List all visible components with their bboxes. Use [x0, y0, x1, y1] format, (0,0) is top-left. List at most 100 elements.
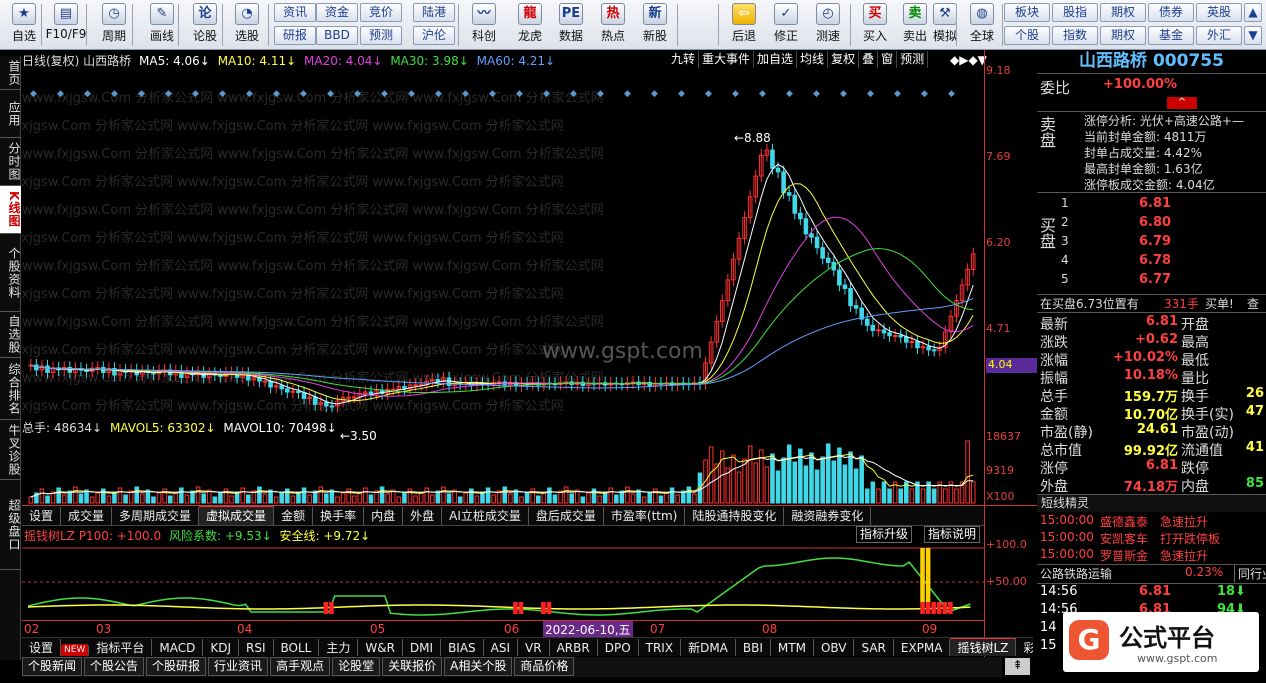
chart-tool-button[interactable]: 均线 [797, 51, 829, 68]
short-row[interactable]: 15:00:00 罗普斯金 急速拉升 [1037, 547, 1266, 564]
quick-button[interactable]: 个股 [1004, 26, 1050, 45]
chart-tool-button[interactable]: 叠 [859, 51, 879, 68]
toolbar-correct-button[interactable]: ✓ 修正 [764, 3, 808, 47]
volume-tab[interactable]: 成交量 [61, 507, 113, 525]
volume-tab[interactable]: 金额 [274, 507, 314, 525]
same-industry-button[interactable]: 同行业 [1234, 565, 1266, 582]
indicator-tab[interactable]: VR [518, 639, 550, 656]
toolbar-back-arrow-button[interactable]: ⇦ 后退 [722, 3, 766, 47]
left-nav-item[interactable]: 分时图 [0, 138, 21, 186]
left-nav-item[interactable]: 首页 [0, 56, 21, 90]
volume-tab[interactable]: 多周期成交量 [112, 507, 200, 525]
indicator-desc-button[interactable]: 指标说明 [924, 526, 981, 543]
quick-button[interactable]: 陆港 [413, 3, 455, 22]
volume-tab[interactable]: 融资融券变化 [784, 507, 872, 525]
bottom-link[interactable]: 个股新闻 [22, 657, 83, 676]
indicator-tab[interactable]: 设置 [22, 639, 62, 656]
indicator-tab[interactable]: ARBR [550, 639, 598, 656]
quick-button[interactable]: 预测 [360, 26, 402, 45]
bottom-link[interactable]: 行业资讯 [208, 657, 269, 676]
scroll-up-icon[interactable]: ▲ [1244, 3, 1262, 22]
left-nav-item[interactable]: 牛叉诊股 [0, 420, 21, 480]
quick-button[interactable]: 基金 [1148, 26, 1194, 45]
left-nav-item[interactable]: K线图 [0, 186, 21, 234]
short-row[interactable]: 15:00:00 安凯客车 打开跌停板 [1037, 530, 1266, 547]
chart-tool-button[interactable]: 窗 [878, 51, 898, 68]
left-nav-item[interactable]: 自选股 [0, 312, 21, 358]
volume-tab[interactable]: 外盘 [403, 507, 443, 525]
indicator-tab[interactable]: DMI [403, 639, 442, 656]
indicator-tab[interactable]: 新DMA [681, 639, 736, 656]
indicator-tab[interactable]: ASI [484, 639, 519, 656]
quick-button[interactable]: 沪伦 [413, 26, 455, 45]
volume-chart[interactable] [22, 435, 984, 505]
chart-tool-button[interactable]: 九转 [668, 51, 700, 68]
toolbar-dragon-tiger-button[interactable]: 龍龙虎 [508, 3, 552, 47]
quick-button[interactable]: 资讯 [274, 3, 316, 22]
quick-button[interactable]: 板块 [1004, 3, 1050, 22]
indicator-tab[interactable]: BOLL [274, 639, 320, 656]
chart-tool-button[interactable]: 预测 [897, 51, 929, 68]
left-nav-item[interactable]: 应用 [0, 90, 21, 138]
toolbar-star-button[interactable]: ★ 自选 [2, 3, 46, 47]
scroll-down-icon[interactable]: ▼ [1244, 26, 1262, 45]
volume-tab[interactable]: AI立桩成交量 [442, 507, 529, 525]
indicator-tab[interactable]: 指标平台 [89, 639, 153, 656]
bottom-link[interactable]: 个股公告 [84, 657, 145, 676]
dual-arrow-icon[interactable]: ◆▶◆▼ [950, 53, 987, 67]
chart-tool-button[interactable]: 加自选 [754, 51, 798, 68]
toolbar-speed-button[interactable]: ◴ 测速 [806, 3, 850, 47]
kline-chart[interactable]: www.fxjgsw.Com 分析家公式网 www.fxjgsw.Com 分析家… [22, 68, 984, 448]
indicator-tab[interactable]: KDJ [203, 639, 239, 656]
left-nav-item[interactable]: 超级盘口 [0, 480, 21, 570]
expand-icon[interactable]: ⇞ [1005, 658, 1030, 675]
left-nav-item[interactable]: 综合排名 [0, 358, 21, 420]
indicator-upgrade-button[interactable]: 指标升级 [856, 526, 913, 543]
toolbar-pe-button[interactable]: PE 数据 [549, 3, 593, 47]
volume-tab[interactable]: 市盈率(ttm) [604, 507, 686, 525]
quick-button[interactable]: 股指 [1052, 3, 1098, 22]
indicator-tab[interactable]: 摇钱树LZ [950, 638, 1017, 656]
indicator-tab[interactable]: 彩... [1016, 639, 1033, 656]
indicator-tab[interactable]: 主力 [319, 639, 359, 656]
quick-button[interactable]: 期权 [1100, 26, 1146, 45]
indicator-tab[interactable]: OBV [814, 639, 855, 656]
bottom-link[interactable]: 商品价格 [514, 657, 575, 676]
volume-tab[interactable]: 设置 [22, 507, 62, 525]
quick-button[interactable]: 研报 [274, 26, 316, 45]
toolbar-select-stock-button[interactable]: ◔ 选股 [225, 3, 269, 47]
indicator-tab[interactable]: DPO [598, 639, 639, 656]
quick-button[interactable]: 期权 [1100, 3, 1146, 22]
indicator-tab[interactable]: W&R [358, 639, 403, 656]
collapse-icon[interactable]: ^ [1167, 97, 1197, 109]
indicator-tab[interactable]: RSI [239, 639, 274, 656]
short-row[interactable]: 15:00:00 盛德鑫泰 急速拉升 [1037, 513, 1266, 530]
chart-tool-button[interactable]: 重大事件 [699, 51, 755, 68]
indicator-tab[interactable]: BIAS [441, 639, 484, 656]
indicator-chart[interactable] [22, 544, 984, 619]
indicator-tab[interactable]: SAR [854, 639, 894, 656]
indicator-tab[interactable]: BBI [736, 639, 771, 656]
toolbar-hot-button[interactable]: 热热点 [591, 3, 635, 47]
bottom-link[interactable]: 关联报价 [382, 657, 443, 676]
indicator-tab[interactable]: MTM [771, 639, 814, 656]
toolbar-lungu-button[interactable]: 论论股 [183, 3, 227, 47]
quick-button[interactable]: BBD [316, 26, 358, 45]
quick-button[interactable]: 英股 [1196, 3, 1242, 22]
volume-tab[interactable]: 内盘 [364, 507, 404, 525]
toolbar-globe-button[interactable]: ◍ 全球 [960, 3, 1004, 47]
volume-tab[interactable]: 虚拟成交量 [199, 506, 275, 525]
indicator-tab[interactable]: TRIX [639, 639, 682, 656]
toolbar-chart-button[interactable]: 〰科创 [462, 3, 506, 47]
bottom-link[interactable]: 论股堂 [332, 657, 381, 676]
volume-tab[interactable]: 换手率 [313, 507, 365, 525]
bottom-link[interactable]: 个股研报 [146, 657, 207, 676]
quick-button[interactable]: 指数 [1052, 26, 1098, 45]
queue-button[interactable]: 查 [1247, 295, 1259, 312]
indicator-tab[interactable]: MACD [152, 639, 204, 656]
toolbar-buy-button[interactable]: 买买入 [853, 3, 897, 47]
toolbar-f10-button[interactable]: ▤ F10/F9 [44, 3, 88, 47]
left-nav-item[interactable]: 个股资料 [0, 234, 21, 312]
bottom-link[interactable]: 高手观点 [270, 657, 331, 676]
toolbar-clock-button[interactable]: ◷ 周期 [92, 3, 136, 47]
